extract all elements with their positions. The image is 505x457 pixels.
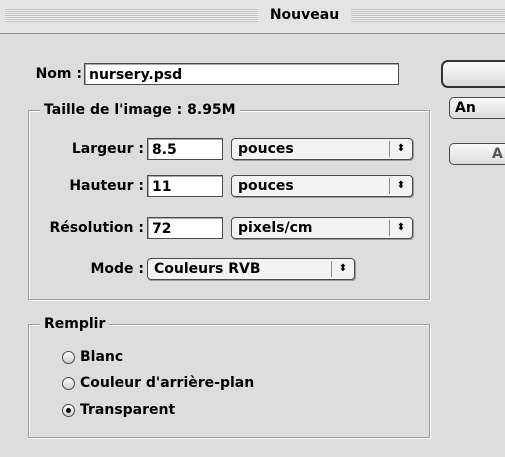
radio-label-background-color: Couleur d'arrière-plan — [80, 375, 255, 391]
name-label: Nom : — [35, 66, 82, 82]
title-bar[interactable]: Nouveau — [0, 0, 505, 34]
up-down-arrows-icon: ⬍ — [338, 263, 348, 274]
mode-popup[interactable]: Couleurs RVB ⬍ — [147, 258, 355, 280]
resolution-field[interactable]: 72 — [147, 217, 223, 239]
up-down-arrows-icon: ⬍ — [396, 180, 406, 191]
height-field[interactable]: 11 — [147, 175, 223, 197]
height-label: Hauteur : — [69, 178, 144, 194]
up-down-arrows-icon: ⬍ — [396, 222, 406, 233]
radio-label-transparent: Transparent — [80, 402, 176, 418]
name-field[interactable]: nursery.psd — [84, 63, 399, 85]
window-title: Nouveau — [262, 5, 347, 25]
title-bar-stripes-right — [351, 9, 505, 22]
ok-button[interactable] — [441, 60, 505, 88]
mode-label: Mode : — [90, 261, 144, 277]
resolution-unit-popup[interactable]: pixels/cm ⬍ — [231, 217, 413, 239]
radio-button[interactable] — [62, 351, 75, 364]
resolution-label: Résolution : — [49, 220, 144, 236]
cancel-button[interactable]: An — [449, 97, 505, 119]
radio-button[interactable] — [62, 377, 75, 390]
radio-label-blanc: Blanc — [80, 349, 124, 365]
radio-button-selected[interactable] — [62, 404, 75, 417]
third-button[interactable]: A — [449, 143, 505, 165]
width-unit-value: pouces — [238, 141, 294, 157]
width-field[interactable]: 8.5 — [147, 138, 223, 160]
mode-value: Couleurs RVB — [154, 261, 261, 277]
width-label: Largeur : — [71, 141, 144, 157]
width-unit-popup[interactable]: pouces ⬍ — [231, 138, 413, 160]
height-unit-popup[interactable]: pouces ⬍ — [231, 175, 413, 197]
image-size-legend: Taille de l'image : 8.95M — [40, 101, 240, 119]
up-down-arrows-icon: ⬍ — [396, 143, 406, 154]
height-unit-value: pouces — [238, 178, 294, 194]
title-bar-stripes-left — [5, 9, 258, 22]
resolution-unit-value: pixels/cm — [238, 220, 313, 236]
fill-legend: Remplir — [40, 315, 110, 333]
